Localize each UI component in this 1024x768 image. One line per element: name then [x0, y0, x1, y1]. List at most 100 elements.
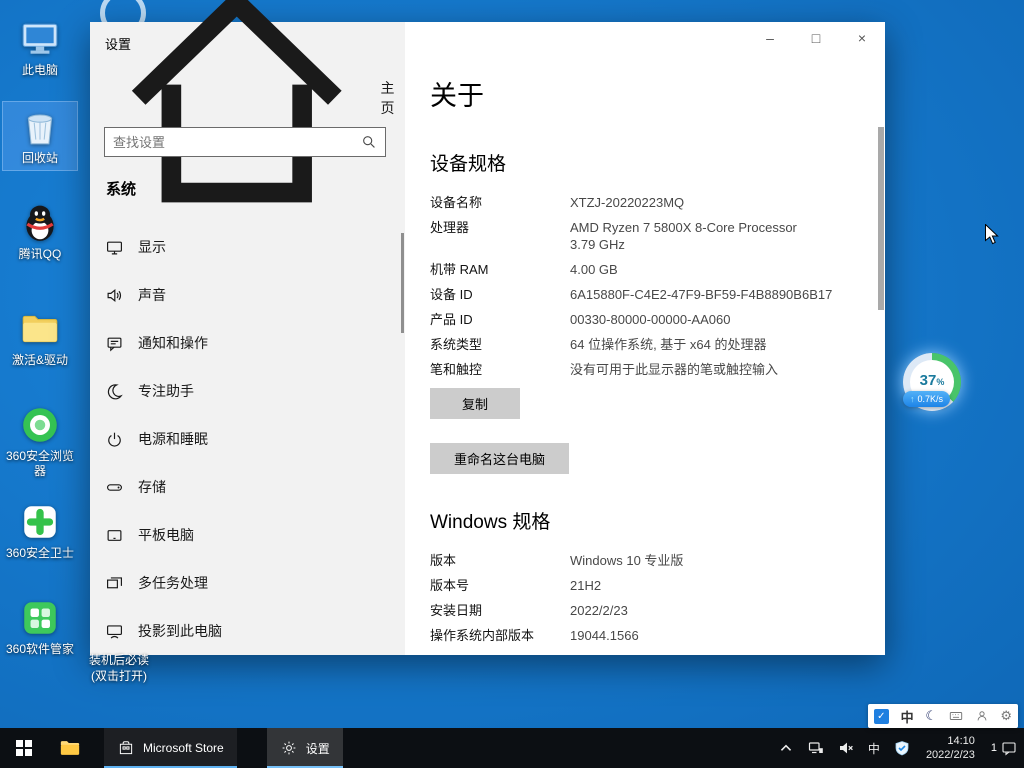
sidebar-item-sound[interactable]: 声音 [90, 271, 405, 319]
desktop-icon-360-browser[interactable]: 360安全浏览器 [3, 400, 77, 483]
spec-label: 安装日期 [430, 602, 570, 619]
spec-label: 设备 ID [430, 286, 570, 303]
spec-value: 64 位操作系统, 基于 x64 的处理器 [570, 336, 766, 353]
maximize-button[interactable]: □ [793, 22, 839, 54]
notification-count-badge: 1 [991, 742, 997, 754]
desktop-icon-label: 360安全浏览器 [4, 449, 76, 479]
sidebar-item-power-sleep[interactable]: 电源和睡眠 [90, 415, 405, 463]
spec-value: Windows 10 专业版 [570, 552, 683, 569]
tray-chevron-up[interactable] [771, 728, 801, 768]
tray-action-center[interactable]: 1 [984, 728, 1024, 768]
this-pc-icon [19, 18, 61, 60]
sidebar-item-home[interactable]: 主页 [90, 80, 405, 116]
settings-search-input[interactable] [105, 135, 362, 150]
clock-date: 2022/2/23 [926, 748, 975, 762]
spec-label: 操作系统内部版本 [430, 627, 570, 644]
tray-network[interactable] [801, 728, 831, 768]
spec-label: 机带 RAM [430, 261, 570, 278]
tray-clock[interactable]: 14:10 2022/2/23 [917, 728, 984, 768]
spec-label: 版本 [430, 552, 570, 569]
percent-unit: % [936, 377, 944, 387]
sidebar-item-project[interactable]: 投影到此电脑 [90, 607, 405, 655]
content-scrollbar[interactable] [878, 127, 884, 310]
sidebar-section-title: 系统 [106, 178, 136, 199]
person-icon[interactable] [975, 709, 989, 723]
notifications-icon [106, 335, 123, 352]
spec-label: 设备名称 [430, 194, 570, 211]
clock-time: 14:10 [947, 734, 975, 748]
close-button[interactable]: × [839, 22, 885, 54]
display-icon [106, 239, 123, 256]
taskbar-microsoft-store[interactable]: Microsoft Store [104, 728, 237, 768]
qq-icon [19, 202, 61, 244]
minimize-button[interactable]: – [747, 22, 793, 54]
spec-value: XTZJ-20220223MQ [570, 194, 684, 211]
desktop-icon-readme-label[interactable]: 装机后必读(双击打开) [84, 653, 154, 684]
taskbar-settings-label: 设置 [306, 740, 330, 757]
settings-search-box[interactable] [104, 127, 386, 157]
rename-pc-button[interactable]: 重命名这台电脑 [430, 443, 569, 474]
ime-mode-toggle[interactable]: 中 [901, 707, 914, 726]
spec-row: 产品 ID00330-80000-00000-AA060 [430, 311, 868, 328]
device-spec-section-title: 设备规格 [430, 149, 868, 176]
desktop-icon-360-manager[interactable]: 360软件管家 [3, 593, 77, 661]
settings-window: 设置 主页 系统 显示 声音 通知和操作 专注 [90, 22, 885, 655]
storage-icon [106, 479, 123, 496]
tray-security[interactable] [887, 728, 917, 768]
desktop-icon-qq[interactable]: 腾讯QQ [3, 198, 77, 266]
taskbar: Microsoft Store 设置 中 14:10 2022/2/23 1 [0, 728, 1024, 768]
spec-row: 系统类型64 位操作系统, 基于 x64 的处理器 [430, 336, 868, 353]
sidebar-item-notifications[interactable]: 通知和操作 [90, 319, 405, 367]
spec-row: 笔和触控没有可用于此显示器的笔或触控输入 [430, 361, 868, 378]
copy-button[interactable]: 复制 [430, 388, 520, 419]
windows-spec-section-title: Windows 规格 [430, 507, 868, 534]
keyboard-icon[interactable] [949, 709, 963, 723]
spec-value: 没有可用于此显示器的笔或触控输入 [570, 361, 778, 378]
sidebar-item-focus-assist[interactable]: 专注助手 [90, 367, 405, 415]
project-icon [106, 623, 123, 640]
taskbar-store-label: Microsoft Store [143, 741, 224, 755]
tablet-icon [106, 527, 123, 544]
start-button[interactable] [0, 728, 48, 768]
power-sleep-icon [106, 431, 123, 448]
ime-toolbar: ✓ 中 ☾ ⚙ [868, 704, 1018, 728]
sidebar-item-storage[interactable]: 存储 [90, 463, 405, 511]
spec-row: 版本Windows 10 专业版 [430, 552, 868, 569]
desktop-icon-label: 腾讯QQ [19, 247, 62, 262]
desktop-icon-this-pc[interactable]: 此电脑 [3, 14, 77, 82]
folder-icon [59, 737, 81, 759]
taskbar-settings[interactable]: 设置 [267, 728, 343, 768]
upload-arrow-icon: ↑ [910, 394, 915, 404]
sidebar-item-multitask[interactable]: 多任务处理 [90, 559, 405, 607]
spec-label: 系统类型 [430, 336, 570, 353]
sidebar-item-label: 多任务处理 [138, 573, 208, 593]
tray-ime-mode[interactable]: 中 [861, 728, 887, 768]
network-speed-bubble[interactable]: ↑ 0.7K/s [903, 391, 950, 407]
desktop-icon-activate-driver[interactable]: 激活&驱动 [3, 304, 77, 372]
gear-icon [280, 739, 298, 757]
spec-value: 6A15880F-C4E2-47F9-BF59-F4B8890B6B17 [570, 286, 832, 303]
search-icon[interactable] [362, 135, 376, 149]
tray-volume[interactable] [831, 728, 861, 768]
spec-label: 笔和触控 [430, 361, 570, 378]
ime-settings-icon[interactable]: ⚙ [1000, 708, 1012, 724]
spec-row: 设备 ID6A15880F-C4E2-47F9-BF59-F4B8890B6B1… [430, 286, 868, 303]
desktop-icon-label: 回收站 [22, 151, 58, 166]
settings-content: 关于 设备规格 设备名称XTZJ-20220223MQ 处理器AMD Ryzen… [405, 22, 885, 655]
sidebar-item-tablet[interactable]: 平板电脑 [90, 511, 405, 559]
desktop-icon-recycle-bin[interactable]: 回收站 [3, 102, 77, 170]
ime-select-icon[interactable]: ✓ [874, 709, 889, 724]
recycle-bin-icon [19, 106, 61, 148]
desktop-icon-label: 360安全卫士 [6, 546, 74, 561]
window-controls: – □ × [747, 22, 885, 54]
moon-icon[interactable]: ☾ [925, 708, 937, 724]
sidebar-item-display[interactable]: 显示 [90, 223, 405, 271]
sidebar-home-label: 主页 [381, 78, 405, 118]
settings-sidebar: 设置 主页 系统 显示 声音 通知和操作 专注 [90, 22, 405, 655]
spec-row: 操作系统内部版本19044.1566 [430, 627, 868, 644]
sidebar-scrollbar[interactable] [401, 233, 404, 333]
file-explorer-button[interactable] [48, 728, 92, 768]
desktop-icon-label: 激活&驱动 [12, 353, 68, 368]
desktop-icon-360-safe[interactable]: 360安全卫士 [3, 497, 77, 565]
spec-row: 处理器AMD Ryzen 7 5800X 8-Core Processor 3.… [430, 219, 868, 253]
